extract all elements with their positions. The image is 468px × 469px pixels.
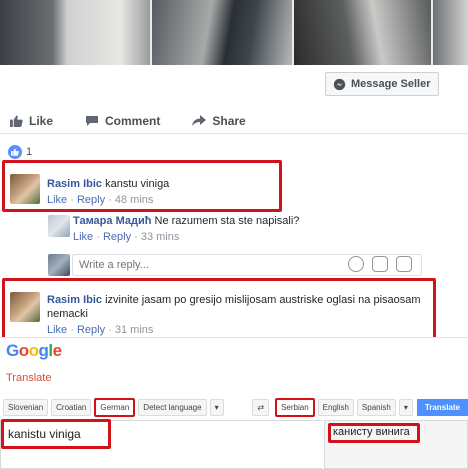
comment-time: 31 mins bbox=[114, 324, 154, 336]
avatar[interactable] bbox=[10, 174, 40, 204]
camera-icon[interactable] bbox=[372, 256, 388, 272]
comment-author[interactable]: Тамара Мадић bbox=[73, 215, 151, 227]
comment-icon bbox=[86, 115, 99, 126]
comment-reply: Тамара Мадић Ne razumem sta ste napisali… bbox=[73, 215, 300, 243]
comment-button[interactable]: Comment bbox=[85, 114, 160, 128]
reaction-count[interactable]: 1 bbox=[8, 145, 32, 159]
source-lang-dropdown[interactable]: ▾ bbox=[209, 398, 224, 416]
translate-label: Translate bbox=[6, 372, 52, 384]
like-reaction-icon bbox=[8, 145, 22, 159]
comment-time: 33 mins bbox=[140, 231, 180, 243]
comment-text: izvinite jasam po gresijo mislijosam aus… bbox=[47, 294, 421, 320]
comment-author[interactable]: Rasim Ibic bbox=[47, 178, 102, 190]
share-label: Share bbox=[212, 113, 246, 128]
comment: Rasim Ibic izvinite jasam po gresijo mis… bbox=[47, 294, 421, 336]
comment-reply-link[interactable]: Reply bbox=[77, 194, 105, 206]
language-bar: Slovenian Croatian German Detect languag… bbox=[0, 396, 468, 418]
sticker-icon[interactable] bbox=[396, 256, 412, 272]
comment-text: Ne razumem sta ste napisali? bbox=[154, 215, 300, 227]
translate-button[interactable]: Translate bbox=[416, 398, 468, 416]
comment-like-link[interactable]: Like bbox=[47, 194, 67, 206]
message-seller-label: Message Seller bbox=[351, 78, 431, 90]
reply-input-icons bbox=[348, 256, 412, 272]
source-lang-detect[interactable]: Detect language bbox=[138, 398, 207, 416]
comment-label: Comment bbox=[105, 113, 161, 128]
share-arrow-icon bbox=[192, 114, 207, 126]
product-photo[interactable] bbox=[152, 0, 292, 65]
logo-letter: g bbox=[38, 341, 49, 360]
logo-letter: o bbox=[18, 341, 29, 360]
logo-letter: o bbox=[28, 341, 39, 360]
logo-letter: e bbox=[52, 341, 62, 360]
thumbs-up-icon bbox=[10, 114, 23, 127]
comment-reply-link[interactable]: Reply bbox=[77, 324, 105, 336]
comment-text: kanstu viniga bbox=[105, 178, 170, 190]
target-lang-spanish[interactable]: Spanish bbox=[356, 398, 396, 416]
comment: Rasim Ibic kanstu viniga Like · Reply · … bbox=[47, 178, 170, 206]
comment-time: 48 mins bbox=[114, 194, 154, 206]
like-label: Like bbox=[29, 113, 54, 128]
comment-like-link[interactable]: Like bbox=[73, 231, 93, 243]
target-lang-dropdown[interactable]: ▾ bbox=[398, 398, 413, 416]
comment-author[interactable]: Rasim Ibic bbox=[47, 294, 102, 306]
like-count: 1 bbox=[26, 146, 33, 158]
source-lang-croatian[interactable]: Croatian bbox=[51, 398, 92, 416]
google-logo: Google bbox=[6, 341, 62, 361]
product-photo[interactable] bbox=[433, 0, 468, 65]
share-button[interactable]: Share bbox=[192, 113, 246, 128]
source-lang-slovenian[interactable]: Slovenian bbox=[3, 398, 49, 416]
avatar[interactable] bbox=[48, 215, 70, 237]
photo-strip bbox=[0, 0, 468, 65]
emoji-icon[interactable] bbox=[348, 256, 364, 272]
target-lang-serbian[interactable]: Serbian bbox=[275, 397, 315, 417]
target-lang-english[interactable]: English bbox=[317, 398, 354, 416]
logo-letter: G bbox=[6, 341, 19, 360]
post-actions: Like Comment Share bbox=[0, 108, 468, 134]
result-text: канисту винига bbox=[333, 426, 410, 438]
like-button[interactable]: Like bbox=[10, 114, 53, 128]
comment-reply-link[interactable]: Reply bbox=[103, 231, 131, 243]
source-lang-german[interactable]: German bbox=[94, 397, 136, 417]
avatar[interactable] bbox=[10, 292, 40, 322]
messenger-icon bbox=[333, 78, 346, 90]
comment-like-link[interactable]: Like bbox=[47, 324, 67, 336]
product-photo[interactable] bbox=[0, 0, 150, 65]
message-seller-button[interactable]: Message Seller bbox=[325, 72, 439, 96]
product-photo[interactable] bbox=[294, 0, 431, 65]
source-text: kanistu viniga bbox=[8, 427, 81, 441]
swap-languages-button[interactable]: ⇄ bbox=[252, 398, 270, 416]
my-avatar bbox=[48, 254, 70, 276]
